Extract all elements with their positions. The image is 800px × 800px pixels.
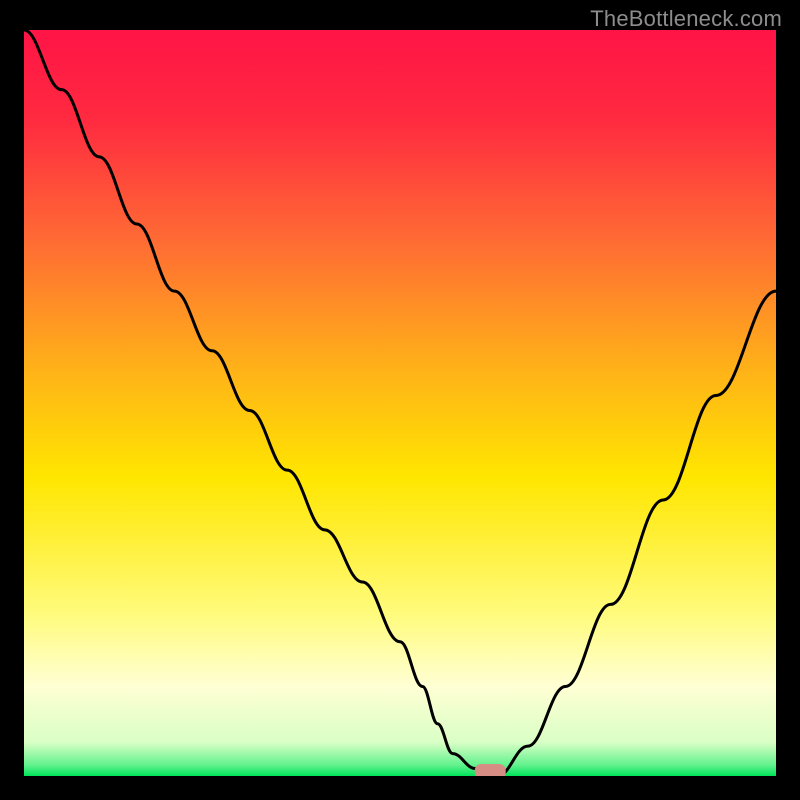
gradient-background xyxy=(24,30,776,776)
plot-area xyxy=(24,30,776,776)
optimum-marker xyxy=(475,765,505,776)
watermark-text: TheBottleneck.com xyxy=(590,6,782,32)
chart-frame: TheBottleneck.com xyxy=(0,0,800,800)
chart-svg xyxy=(24,30,776,776)
